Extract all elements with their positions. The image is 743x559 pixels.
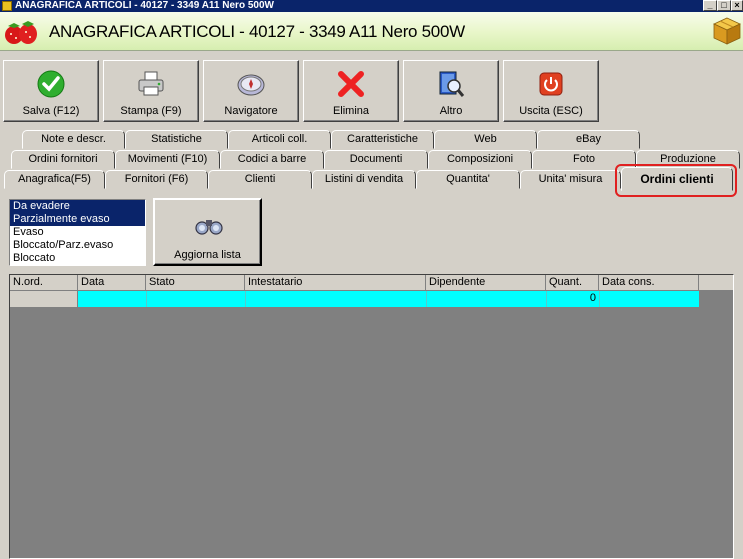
window-titlebar: ANAGRAFICA ARTICOLI - 40127 - 3349 A11 N… xyxy=(0,0,743,12)
tab-composizioni[interactable]: Composizioni xyxy=(428,150,532,169)
window-title: ANAGRAFICA ARTICOLI - 40127 - 3349 A11 N… xyxy=(15,0,274,11)
tab-fornitori[interactable]: Fornitori (F6) xyxy=(105,170,208,189)
print-button[interactable]: Stampa (F9) xyxy=(103,60,199,122)
more-button[interactable]: Altro xyxy=(403,60,499,122)
tab-statistiche[interactable]: Statistiche xyxy=(125,130,228,149)
column-header-data-cons[interactable]: Data cons. xyxy=(599,275,699,291)
tab-movimenti[interactable]: Movimenti (F10) xyxy=(115,150,220,169)
page-title: ANAGRAFICA ARTICOLI - 40127 - 3349 A11 N… xyxy=(49,22,465,41)
list-item[interactable]: Bloccato/Parz.evaso xyxy=(10,239,145,252)
tab-unita-misura[interactable]: Unita' misura xyxy=(520,170,621,189)
status-filter-list[interactable]: Da evadere Parzialmente evaso Evaso Bloc… xyxy=(9,199,146,266)
red-x-icon xyxy=(338,71,364,97)
total-row xyxy=(78,291,699,307)
binoculars-icon xyxy=(195,220,223,235)
page-header: ANAGRAFICA ARTICOLI - 40127 - 3349 A11 N… xyxy=(0,12,743,51)
tab-codici-a-barre[interactable]: Codici a barre xyxy=(220,150,324,169)
boxes-icon xyxy=(713,17,741,45)
tab-ordini-fornitori[interactable]: Ordini fornitori xyxy=(11,150,115,169)
delete-button[interactable]: Elimina xyxy=(303,60,399,122)
total-quantity: 0 xyxy=(589,292,596,304)
column-header-intestatario[interactable]: Intestatario xyxy=(245,275,426,291)
tab-articoli-coll[interactable]: Articoli coll. xyxy=(228,130,331,149)
book-magnifier-icon xyxy=(439,71,465,97)
navigator-button[interactable]: Navigatore xyxy=(203,60,299,122)
column-header-stato[interactable]: Stato xyxy=(146,275,245,291)
strawberry-icon xyxy=(5,21,37,44)
close-button[interactable]: × xyxy=(731,0,743,11)
minimize-button[interactable]: _ xyxy=(703,0,717,11)
tab-clienti[interactable]: Clienti xyxy=(208,170,312,189)
toolbar: Salva (F12) Stampa (F9) Navigatore Elimi… xyxy=(0,52,743,124)
column-header-dipendente[interactable]: Dipendente xyxy=(426,275,546,291)
exit-button[interactable]: Uscita (ESC) xyxy=(503,60,599,122)
list-item[interactable]: Da evadere xyxy=(10,200,145,213)
column-header-filler xyxy=(699,275,733,291)
refresh-list-button[interactable]: Aggiorna lista xyxy=(153,198,262,266)
total-row-indicator xyxy=(10,291,78,307)
tab-ebay[interactable]: eBay xyxy=(537,130,640,149)
app-icon xyxy=(2,1,12,11)
tab-web[interactable]: Web xyxy=(434,130,537,149)
tab-caratteristiche[interactable]: Caratteristiche xyxy=(331,130,434,149)
tab-listini-di-vendita[interactable]: Listini di vendita xyxy=(312,170,416,189)
list-item[interactable]: Evaso xyxy=(10,226,145,239)
list-item[interactable]: Bloccato xyxy=(10,252,145,265)
column-header-nord[interactable]: N.ord. xyxy=(10,275,78,291)
printer-icon xyxy=(138,71,164,96)
active-tab-highlight xyxy=(615,164,737,197)
tab-documenti[interactable]: Documenti xyxy=(324,150,428,169)
orders-grid[interactable]: N.ord. Data Stato Intestatario Dipendent… xyxy=(9,274,734,559)
tab-note-descr[interactable]: Note e descr. xyxy=(22,130,125,149)
list-item[interactable]: Parzialmente evaso xyxy=(10,213,145,226)
maximize-button[interactable]: □ xyxy=(717,0,731,11)
tab-anagrafica[interactable]: Anagrafica(F5) xyxy=(4,170,105,189)
column-header-data[interactable]: Data xyxy=(78,275,146,291)
tab-quantita[interactable]: Quantita' xyxy=(416,170,520,189)
compass-icon xyxy=(237,74,265,96)
column-header-quant[interactable]: Quant. xyxy=(546,275,599,291)
checkmark-icon xyxy=(37,70,65,98)
power-icon xyxy=(539,72,563,96)
save-button[interactable]: Salva (F12) xyxy=(3,60,99,122)
